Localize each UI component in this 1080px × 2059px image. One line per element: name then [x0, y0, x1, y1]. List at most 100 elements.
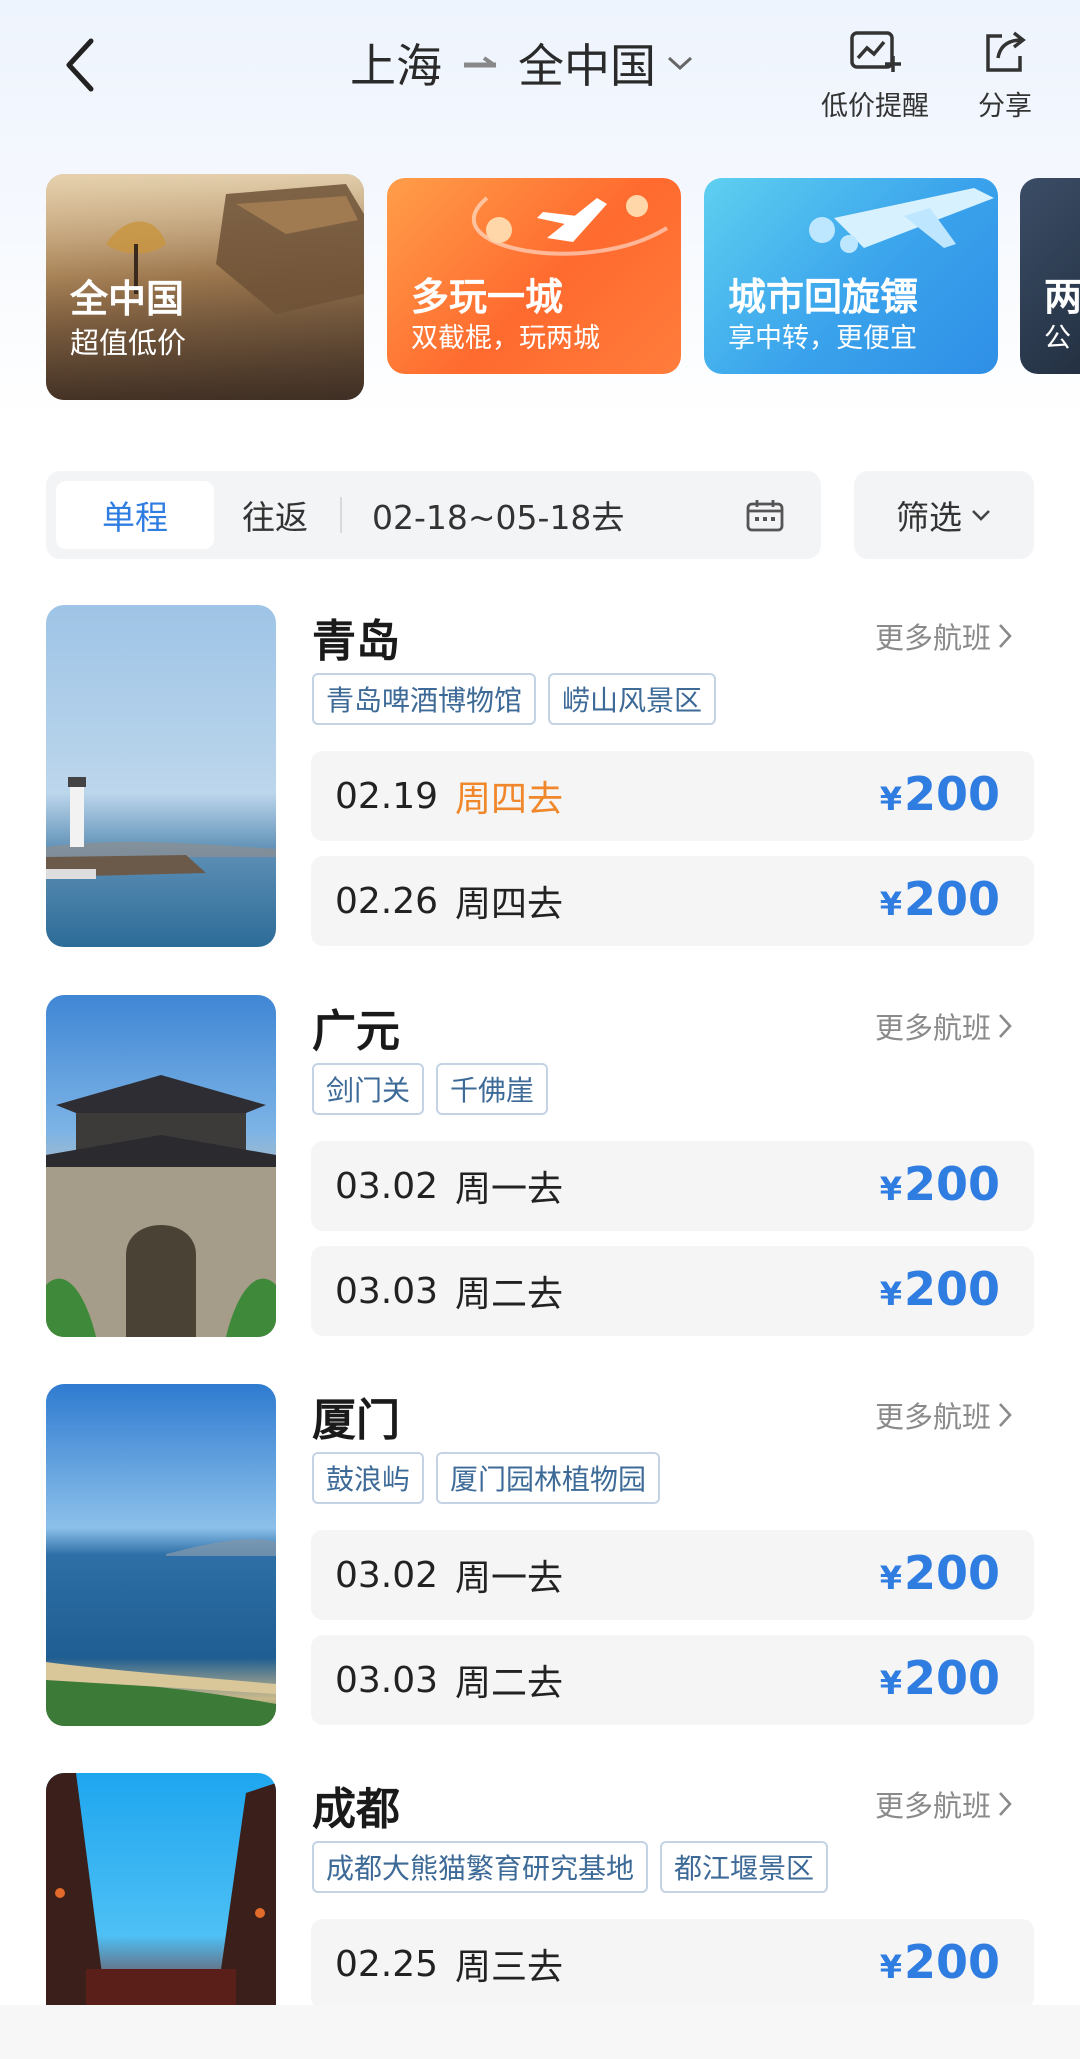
price-alert-button[interactable]: 低价提醒: [810, 30, 940, 123]
attraction-tag: 都江堰景区: [660, 1841, 829, 1893]
banner-subtitle: 超值低价: [70, 326, 187, 360]
banner-title: 多玩一城: [411, 275, 564, 319]
flight-option[interactable]: 03.03 周二去 ¥200: [311, 1246, 1034, 1336]
flight-date: 03.03: [335, 1659, 439, 1701]
currency-symbol: ¥: [879, 1170, 902, 1208]
price-amount: 200: [903, 1546, 1000, 1600]
attraction-tag: 成都大熊猫繁育研究基地: [312, 1841, 649, 1893]
price-amount: 200: [903, 872, 1000, 926]
destination-city: 广元: [312, 1006, 400, 1057]
from-city: 上海: [350, 39, 442, 93]
banner-title: 全中国: [70, 277, 185, 321]
currency-symbol: ¥: [879, 885, 902, 923]
flight-option[interactable]: 03.03 周二去 ¥200: [311, 1635, 1034, 1725]
price-amount: 200: [903, 1935, 1000, 1989]
more-flights-link[interactable]: 更多航班: [875, 1005, 1013, 1047]
flight-date: 03.03: [335, 1270, 439, 1312]
attraction-tag: 千佛崖: [436, 1063, 549, 1115]
flight-option[interactable]: 03.02 周一去 ¥200: [311, 1141, 1034, 1231]
attraction-tag: 剑门关: [312, 1063, 425, 1115]
flight-weekday: 周一去: [455, 1558, 564, 1599]
flight-weekday: 周二去: [455, 1663, 564, 1704]
flight-option[interactable]: 03.02 周一去 ¥200: [311, 1530, 1034, 1620]
destination-card[interactable]: 厦门 更多航班 鼓浪屿 厦门园林植物园 03.02 周一去 ¥200 03.03…: [0, 1384, 1080, 1729]
more-flights-label: 更多航班: [875, 1011, 992, 1045]
banner-title: 城市回旋镖: [728, 275, 919, 319]
attraction-tags: 鼓浪屿 厦门园林植物园: [312, 1452, 672, 1504]
flight-date: 02.26: [335, 880, 439, 922]
currency-symbol: ¥: [879, 1664, 902, 1702]
flight-price: ¥200: [880, 1246, 1000, 1336]
promo-banner-strip: 全中国 超值低价 多玩一城 双截棍，玩两城 城市回旋镖 享中转，更便宜 两 公: [0, 150, 1080, 410]
attraction-tag: 鼓浪屿: [312, 1452, 425, 1504]
banner-subtitle: 双截棍，玩两城: [411, 323, 600, 354]
tab-one-way[interactable]: 单程: [56, 481, 214, 549]
banner-subtitle: 享中转，更便宜: [728, 323, 917, 354]
route-selector[interactable]: 上海 全中国: [350, 28, 694, 98]
banner-subtitle: 公: [1044, 323, 1071, 354]
to-city: 全中国: [518, 39, 656, 93]
lighthouse-image: [46, 777, 276, 879]
destination-card[interactable]: 青岛 更多航班 青岛啤酒博物馆 崂山风景区 02.19 周四去 ¥200 02.…: [0, 605, 1080, 950]
flight-date: 02.25: [335, 1943, 439, 1985]
filter-label: 筛选: [896, 498, 962, 537]
flight-price: ¥200: [880, 751, 1000, 841]
destination-city: 厦门: [312, 1395, 400, 1446]
filter-button[interactable]: 筛选: [854, 471, 1034, 559]
flight-price: ¥200: [880, 1919, 1000, 2009]
price-amount: 200: [903, 1651, 1000, 1705]
chevron-right-icon: [997, 622, 1013, 650]
share-button[interactable]: 分享: [965, 30, 1045, 123]
destination-photo: [46, 1773, 276, 2005]
banner-multi-city[interactable]: 多玩一城 双截棍，玩两城: [387, 178, 681, 374]
destination-city: 成都: [312, 1784, 400, 1835]
flight-date: 02.19: [335, 775, 439, 817]
flight-price: ¥200: [880, 856, 1000, 946]
trip-filter-bar: 单程 往返 02-18~05-18去: [46, 471, 821, 559]
share-icon: [986, 31, 1026, 72]
price-amount: 200: [903, 767, 1000, 821]
date-range-text: 02-18~05-18去: [372, 498, 625, 537]
flight-price: ¥200: [880, 1141, 1000, 1231]
calendar-icon[interactable]: [746, 498, 784, 532]
price-amount: 200: [903, 1157, 1000, 1211]
price-amount: 200: [903, 1262, 1000, 1316]
currency-symbol: ¥: [879, 1559, 902, 1597]
banner-partial[interactable]: 两 公: [1020, 178, 1080, 374]
chevron-right-icon: [997, 1790, 1013, 1818]
flight-weekday: 周三去: [455, 1947, 564, 1988]
more-flights-label: 更多航班: [875, 1400, 992, 1434]
currency-symbol: ¥: [879, 1948, 902, 1986]
flight-weekday: 周四去: [455, 884, 564, 925]
more-flights-label: 更多航班: [875, 1789, 992, 1823]
flight-option[interactable]: 02.25 周三去 ¥200: [311, 1919, 1034, 2009]
flight-weekday: 周一去: [455, 1169, 564, 1210]
flight-option[interactable]: 02.19 周四去 ¥200: [311, 751, 1034, 841]
destination-photo: [46, 1384, 276, 1726]
banner-city-boomerang[interactable]: 城市回旋镖 享中转，更便宜: [704, 178, 998, 374]
back-button[interactable]: [50, 30, 110, 100]
date-range-picker[interactable]: 02-18~05-18去: [324, 481, 624, 549]
ancient-roof-image: [46, 1773, 276, 2005]
more-flights-link[interactable]: 更多航班: [875, 1394, 1013, 1436]
more-flights-label: 更多航班: [875, 621, 992, 655]
bottom-edge: [0, 2005, 1080, 2059]
banner-title: 两: [1044, 275, 1080, 319]
top-bar: 上海 全中国 低价提醒 分享: [0, 0, 1080, 150]
tab-round-trip[interactable]: 往返: [222, 481, 328, 549]
currency-symbol: ¥: [879, 780, 902, 818]
flight-option[interactable]: 02.26 周四去 ¥200: [311, 856, 1034, 946]
flight-price: ¥200: [880, 1635, 1000, 1725]
more-flights-link[interactable]: 更多航班: [875, 615, 1013, 657]
attraction-tag: 崂山风景区: [548, 673, 717, 725]
chevron-down-icon: [666, 54, 694, 72]
flight-date: 03.02: [335, 1165, 439, 1207]
banner-all-china[interactable]: 全中国 超值低价: [46, 174, 364, 400]
attraction-tag: 青岛啤酒博物馆: [312, 673, 537, 725]
chevron-right-icon: [997, 1401, 1013, 1429]
chevron-down-icon: [970, 508, 992, 522]
destination-card[interactable]: 广元 更多航班 剑门关 千佛崖 03.02 周一去 ¥200 03.03 周二去…: [0, 995, 1080, 1340]
route-arrow-icon: [462, 53, 498, 73]
flight-weekday: 周四去: [455, 779, 564, 820]
more-flights-link[interactable]: 更多航班: [875, 1783, 1013, 1825]
